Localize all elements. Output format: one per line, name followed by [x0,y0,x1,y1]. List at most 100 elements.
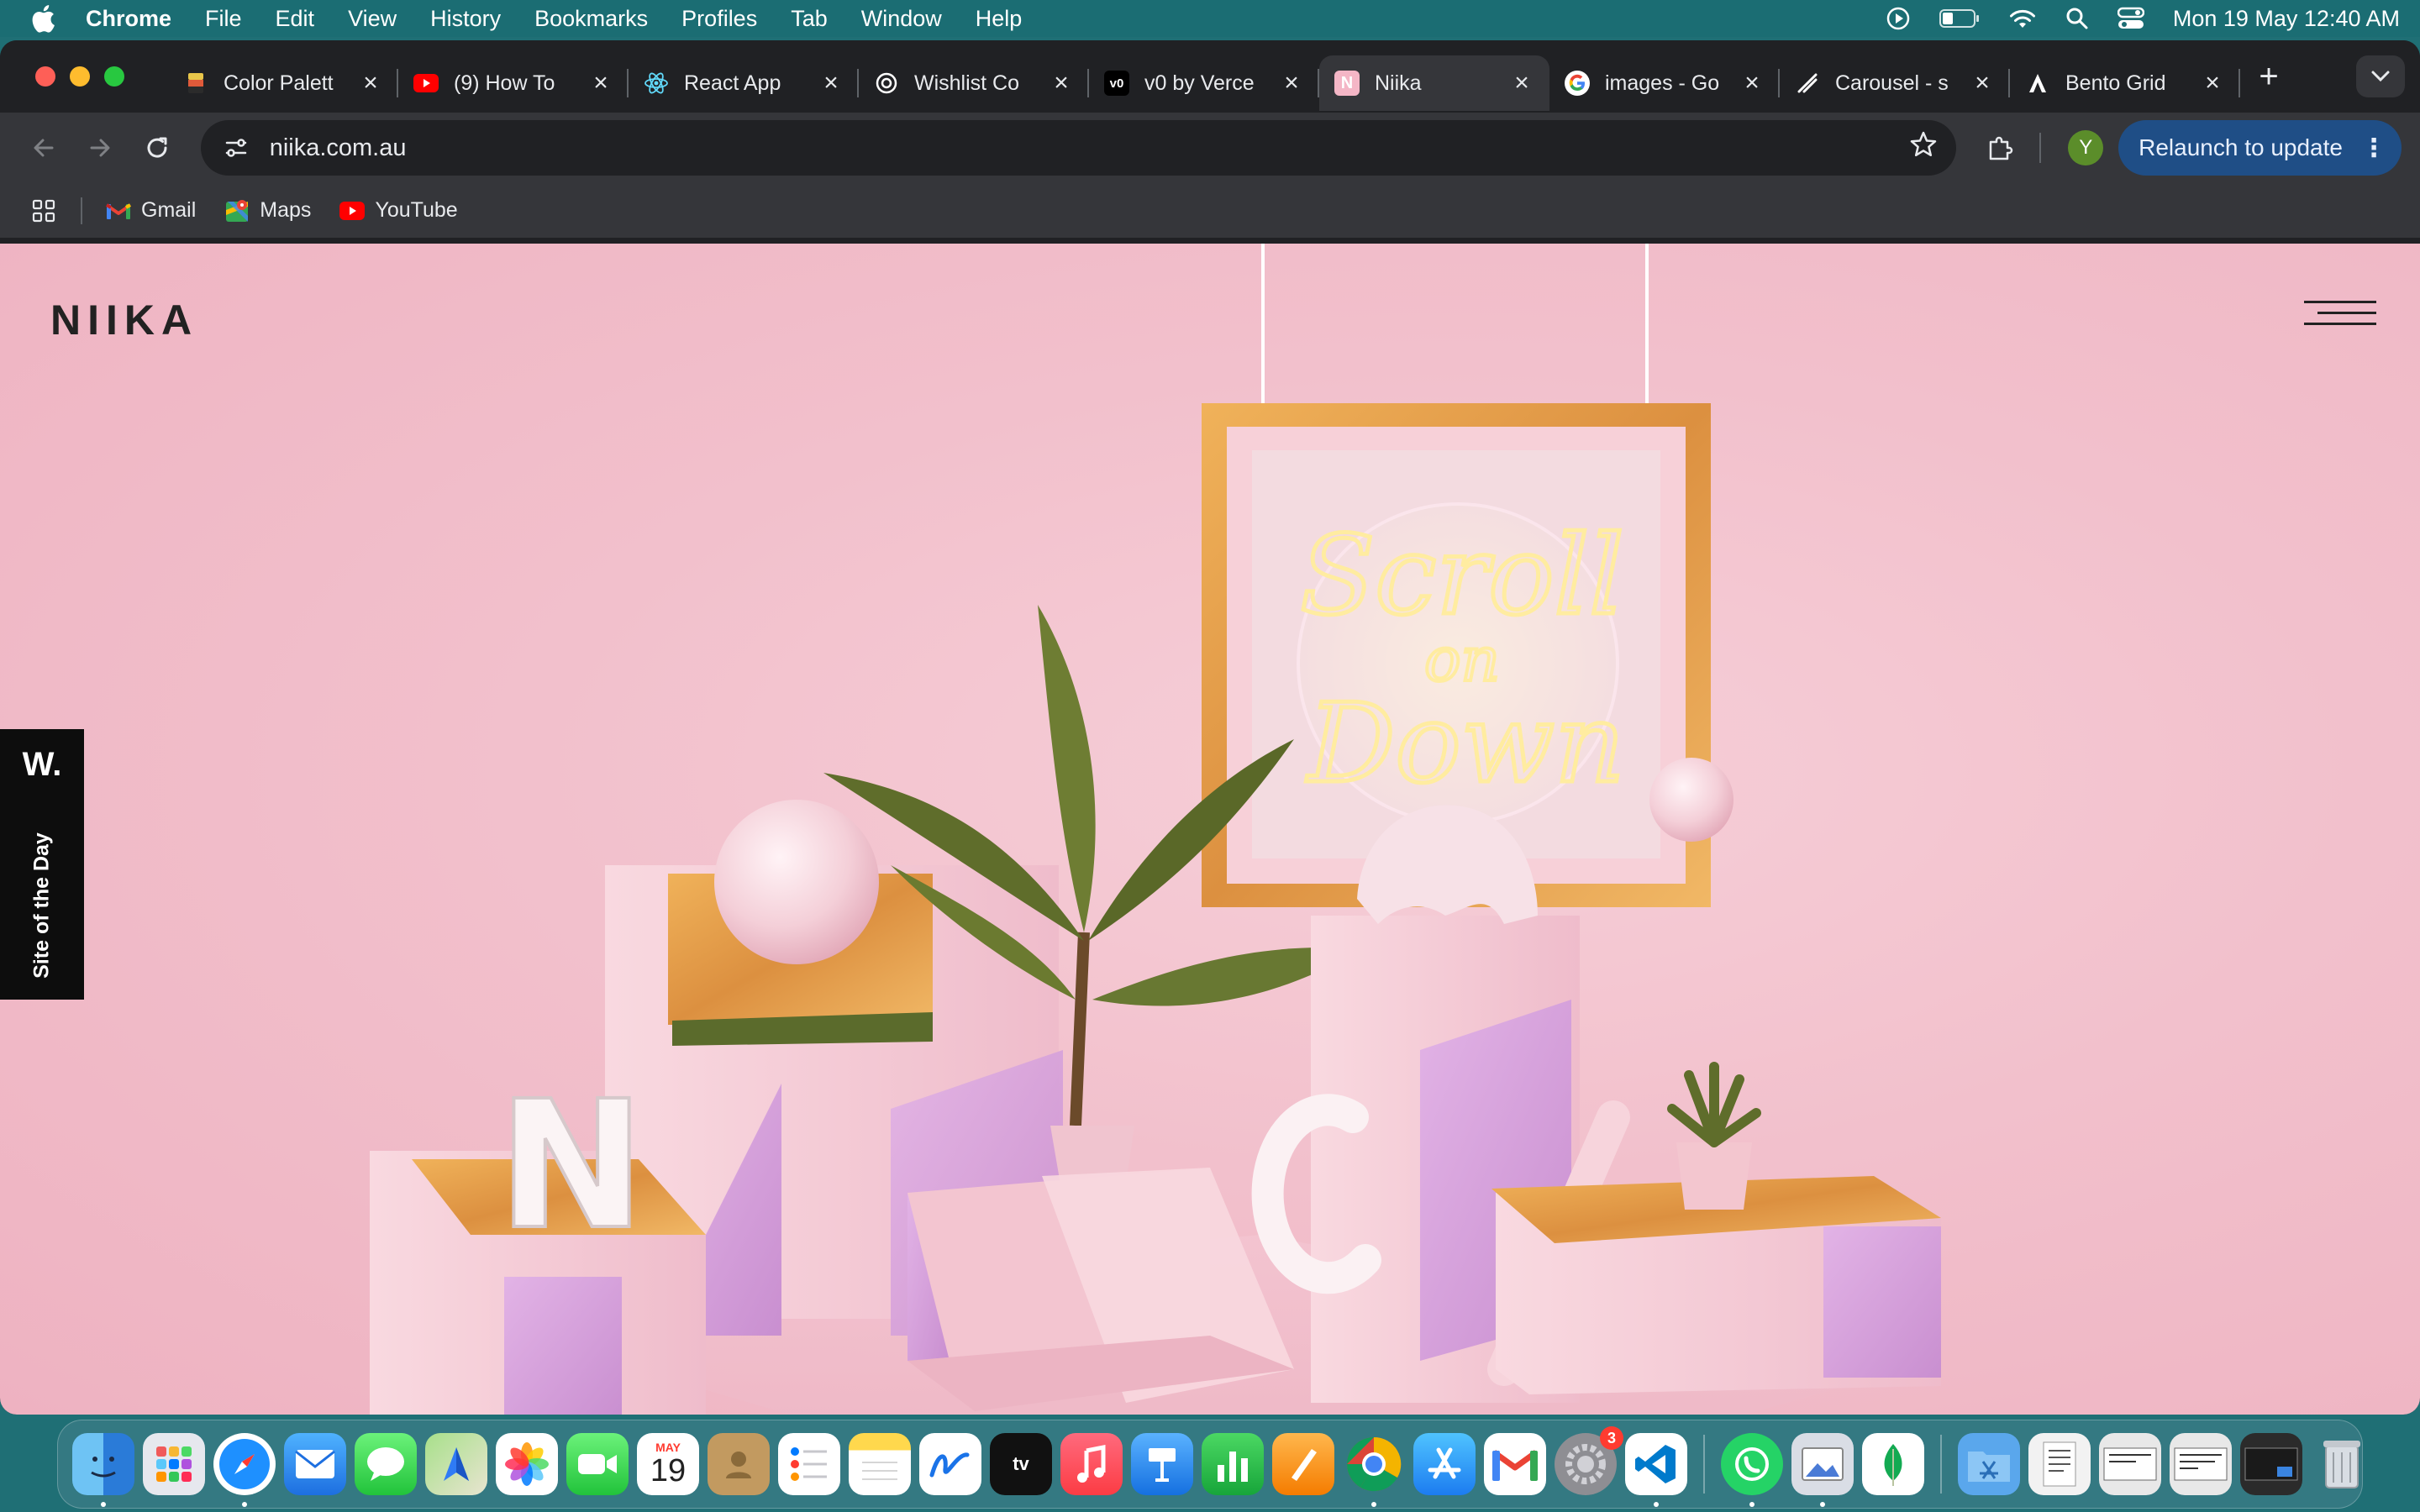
extensions-button[interactable] [1975,123,2025,173]
window-close-button[interactable] [35,66,55,87]
keynote-podium-icon [1149,1448,1176,1482]
dock-apple-tv[interactable]: tv [990,1433,1052,1495]
dock-vscode[interactable] [1625,1433,1687,1507]
carousel-favicon [1795,71,1820,96]
menu-help[interactable]: Help [976,6,1023,32]
dock-keynote[interactable] [1131,1433,1193,1495]
dock-system-settings[interactable]: 3 [1555,1426,1623,1495]
dock-screenshot-3[interactable] [2240,1433,2302,1495]
new-tab-button[interactable]: + [2245,53,2292,100]
menu-file[interactable]: File [205,6,242,32]
dock-trash[interactable] [2311,1433,2373,1495]
wifi-icon[interactable] [2008,8,2037,29]
dock-chrome[interactable] [1343,1433,1405,1507]
bookmark-gmail[interactable]: Gmail [106,198,196,223]
tab-close-icon[interactable]: × [818,69,844,97]
vscode-icon [1635,1445,1676,1483]
dock-music[interactable] [1060,1433,1123,1495]
tab-wishlist[interactable]: Wishlist Co × [859,55,1089,111]
dock-mail[interactable] [284,1433,346,1495]
dock-mongodb[interactable] [1862,1433,1924,1495]
dock-whatsapp[interactable] [1721,1433,1783,1507]
tab-close-icon[interactable]: × [1049,69,1074,97]
menu-window[interactable]: Window [861,6,942,32]
address-bar[interactable]: niika.com.au [200,120,1956,176]
niika-logo[interactable]: NIIKA [50,296,198,344]
trash-can-icon [2323,1441,2360,1488]
dock-applications-folder[interactable] [1958,1433,2020,1495]
tab-search-button[interactable] [2356,55,2405,97]
menu-profiles[interactable]: Profiles [681,6,757,32]
dock-calendar[interactable]: MAY 19 [637,1433,699,1495]
dock-pages[interactable] [1272,1433,1334,1495]
tab-close-icon[interactable]: × [588,69,613,97]
dock-maps[interactable] [425,1433,487,1495]
site-info-icon[interactable] [219,131,253,165]
notification-badge: 3 [1600,1426,1623,1450]
tab-google-images[interactable]: images - Go × [1549,55,1780,111]
apps-grid-icon[interactable] [25,192,62,229]
menu-history[interactable]: History [430,6,501,32]
battery-icon[interactable] [1939,8,1980,29]
dock-photos[interactable] [496,1433,558,1495]
menu-tab[interactable]: Tab [791,6,828,32]
dock-screenshot-2[interactable] [2170,1433,2232,1495]
dock-freeform[interactable] [919,1433,981,1495]
menu-edit[interactable]: Edit [276,6,315,32]
dock-launchpad[interactable] [143,1433,205,1495]
tab-title: Color Palett [224,71,334,95]
niika-favicon: N [1334,71,1360,96]
tab-youtube-how-to[interactable]: (9) How To × [398,55,629,111]
menu-view[interactable]: View [348,6,397,32]
tab-close-icon[interactable]: × [1970,69,1995,97]
dock-document-stack[interactable] [2028,1433,2091,1495]
apple-menu-icon[interactable] [20,4,66,33]
dock-preview[interactable] [1791,1433,1854,1507]
screen-recording-icon[interactable] [1886,6,1911,31]
tab-close-icon[interactable]: × [1279,69,1304,97]
hamburger-menu-icon[interactable] [2304,301,2376,333]
tab-close-icon[interactable]: × [358,69,383,97]
bookmark-maps[interactable]: Maps [224,198,311,223]
dock-safari[interactable] [213,1433,276,1507]
tab-color-palette[interactable]: Color Palett × [168,55,398,111]
url-text[interactable]: niika.com.au [270,134,1909,162]
awwwards-site-of-the-day-badge[interactable]: W. Site of the Day [0,729,84,1000]
dock-finder[interactable] [72,1433,134,1507]
dock-reminders[interactable] [778,1433,840,1495]
window-zoom-button[interactable] [104,66,124,87]
more-menu-icon[interactable]: ⋮ [2361,134,2386,163]
bookmark-youtube[interactable]: YouTube [339,198,458,223]
spotlight-search-icon[interactable] [2065,7,2089,30]
dock-app-store[interactable] [1413,1433,1476,1495]
forward-button[interactable] [76,123,126,173]
dock-contacts[interactable] [708,1433,770,1495]
back-button[interactable] [18,123,69,173]
menu-app-name[interactable]: Chrome [86,6,171,32]
menu-bar-clock[interactable]: Mon 19 May 12:40 AM [2173,6,2400,32]
tab-bento-grid[interactable]: Bento Grid × [2010,55,2240,111]
dock-screenshot-1[interactable] [2099,1433,2161,1495]
menu-bookmarks[interactable]: Bookmarks [534,6,648,32]
profile-avatar[interactable]: Y [2068,130,2104,165]
tab-v0-vercel[interactable]: v0 v0 by Verce × [1089,55,1319,111]
dock-facetime[interactable] [566,1433,629,1495]
tab-title: Niika [1375,71,1422,95]
tab-close-icon[interactable]: × [1509,69,1534,97]
tab-carousel[interactable]: Carousel - s × [1780,55,2010,111]
tab-react-app[interactable]: React App × [629,55,859,111]
bookmark-star-icon[interactable] [1909,130,1938,165]
dock-numbers[interactable] [1202,1433,1264,1495]
dock-messages[interactable] [355,1433,417,1495]
tab-niika[interactable]: N Niika × [1319,55,1549,111]
tab-close-icon[interactable]: × [2200,69,2225,97]
window-minimize-button[interactable] [70,66,90,87]
dock-gmail[interactable] [1484,1433,1546,1495]
control-center-icon[interactable] [2117,7,2144,30]
macos-dock: MAY 19 tv 3 [57,1420,2363,1509]
dock-notes[interactable] [849,1433,911,1495]
tab-close-icon[interactable]: × [1739,69,1765,97]
reload-button[interactable] [132,123,182,173]
folder-icon [1968,1452,2010,1482]
relaunch-to-update-button[interactable]: Relaunch to update ⋮ [2118,120,2402,176]
